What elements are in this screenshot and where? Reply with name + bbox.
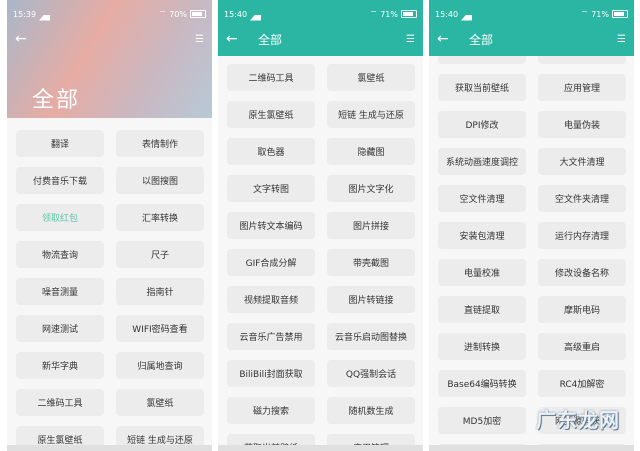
status-bar: 15:40 ⌔ 71% xyxy=(218,0,423,28)
tool-button[interactable]: 图片拼接 xyxy=(327,212,415,239)
tool-button[interactable]: 图片转链接 xyxy=(327,286,415,313)
tool-button[interactable]: RC4加解密 xyxy=(538,370,626,397)
tool-button[interactable]: 电量伪装 xyxy=(538,111,626,138)
tool-button[interactable]: 云音乐启动图替换 xyxy=(327,323,415,350)
tool-button[interactable]: 直链提取 xyxy=(438,296,526,323)
tool-button[interactable]: QQ强制会话 xyxy=(327,360,415,387)
watermark-logo: 广东龙网 xyxy=(536,408,620,432)
tool-button[interactable]: 云音乐广告禁用 xyxy=(227,323,315,350)
tool-button[interactable]: 新华字典 xyxy=(16,352,104,379)
page-title: 全部 xyxy=(32,88,81,113)
bottom-bar xyxy=(7,445,212,451)
back-arrow-icon[interactable]: ← xyxy=(437,31,453,47)
tool-button[interactable]: 物流查询 xyxy=(16,241,104,268)
tool-button[interactable]: 汇率转换 xyxy=(116,204,204,231)
tool-button[interactable]: 电量校准 xyxy=(438,259,526,286)
tool-button[interactable]: 领取红包 xyxy=(16,204,104,231)
add-menu-icon[interactable]: ☰ xyxy=(406,34,415,45)
tool-button[interactable]: 运行内存清理 xyxy=(538,222,626,249)
tool-button[interactable]: 图片文字化 xyxy=(327,175,415,202)
tool-button[interactable]: 获取当前壁纸 xyxy=(438,74,526,101)
tool-button[interactable]: 安装包清理 xyxy=(438,222,526,249)
tool-button[interactable]: 随机数生成 xyxy=(327,397,415,424)
tool-button[interactable]: 应用管理 xyxy=(538,74,626,101)
phone-panel-3: 15:40 ⌔ 71% ← 全部 ☰ 获取当前壁纸 应用管理 DPI修改 电量伪装 系统动… xyxy=(429,0,634,451)
wifi-icon: ⌔ xyxy=(158,9,167,18)
tool-button[interactable]: 归属地查询 xyxy=(116,352,204,379)
toolbar: ← 全部 ☰ xyxy=(218,28,423,50)
tool-button[interactable]: 二维码工具 xyxy=(16,389,104,416)
tool-button[interactable]: 翻译 xyxy=(16,130,104,157)
tool-button[interactable]: DPI修改 xyxy=(438,111,526,138)
tool-button[interactable]: 尺子 xyxy=(116,241,204,268)
tool-button[interactable]: 二维码工具 xyxy=(227,64,315,91)
battery-level: 71% xyxy=(591,9,609,19)
tool-button[interactable]: 噪音测量 xyxy=(16,278,104,305)
toolbar: ← 全部 ☰ xyxy=(429,28,634,50)
tool-grid: 翻译 表情制作 付费音乐下载 以图搜图 领取红包 汇率转换 物流查询 尺子 噪音测量 指南针 网速测… xyxy=(16,130,204,451)
tool-button[interactable]: 氯壁纸 xyxy=(327,64,415,91)
tool-button[interactable]: 修改设备名称 xyxy=(538,259,626,286)
tool-button[interactable]: BiliBili封面获取 xyxy=(227,360,315,387)
battery-icon xyxy=(612,10,628,18)
tool-button[interactable]: 视频提取音频 xyxy=(227,286,315,313)
tool-button[interactable]: 表情制作 xyxy=(116,130,204,157)
battery-level: 71% xyxy=(380,9,398,19)
bottom-bar xyxy=(218,445,423,451)
signal-icon xyxy=(250,8,262,21)
tool-button-partial[interactable] xyxy=(438,56,526,64)
tool-button[interactable]: 磁力搜索 xyxy=(227,397,315,424)
battery-icon xyxy=(190,10,206,18)
tool-button[interactable]: 系统动画速度调控 xyxy=(438,148,526,175)
tool-button[interactable]: 摩斯电码 xyxy=(538,296,626,323)
toolbar: ← ☰ xyxy=(7,28,212,50)
tool-button[interactable]: Base64编码转换 xyxy=(438,370,526,397)
tool-button[interactable]: 取色器 xyxy=(227,138,315,165)
scrolled-row xyxy=(438,56,626,64)
tool-button[interactable]: 文字转图 xyxy=(227,175,315,202)
tool-button[interactable]: 指南针 xyxy=(116,278,204,305)
status-time: 15:40 xyxy=(224,9,248,19)
tool-button[interactable]: 带壳截图 xyxy=(327,249,415,276)
wifi-icon: ⌔ xyxy=(580,9,589,18)
tool-button[interactable]: 短链 生成与还原 xyxy=(327,101,415,128)
back-arrow-icon[interactable]: ← xyxy=(226,31,242,47)
battery-icon xyxy=(401,10,417,18)
tool-button[interactable]: GIF合成分解 xyxy=(227,249,315,276)
tool-button[interactable]: 原生氯壁纸 xyxy=(227,101,315,128)
tool-grid: 获取当前壁纸 应用管理 DPI修改 电量伪装 系统动画速度调控 大文件清理 空文件清理 空文件… xyxy=(438,74,626,451)
add-menu-icon[interactable]: ☰ xyxy=(195,34,204,45)
tool-button[interactable]: 氯壁纸 xyxy=(116,389,204,416)
status-time: 15:40 xyxy=(435,9,459,19)
tool-button[interactable]: 图片转文本编码 xyxy=(227,212,315,239)
tool-button[interactable]: 以图搜图 xyxy=(116,167,204,194)
tool-grid: 二维码工具 氯壁纸 原生氯壁纸 短链 生成与还原 取色器 隐藏图 文字转图 图片文字化 图片转文… xyxy=(227,64,415,451)
tool-button[interactable]: 空文件夹清理 xyxy=(538,185,626,212)
tool-button[interactable]: 大文件清理 xyxy=(538,148,626,175)
tool-button[interactable]: WIFI密码查看 xyxy=(116,315,204,342)
tool-button[interactable]: 付费音乐下载 xyxy=(16,167,104,194)
tool-button[interactable]: 进制转换 xyxy=(438,333,526,360)
wifi-icon: ⌔ xyxy=(369,9,378,18)
status-bar: 15:39 ⌔ 70% xyxy=(7,0,212,28)
signal-icon xyxy=(39,8,51,21)
status-time: 15:39 xyxy=(13,9,37,19)
tool-button[interactable]: MD5加密 xyxy=(438,407,526,434)
add-menu-icon[interactable]: ☰ xyxy=(617,34,626,45)
battery-level: 70% xyxy=(169,9,187,19)
status-bar: 15:40 ⌔ 71% xyxy=(429,0,634,28)
tool-button[interactable]: 隐藏图 xyxy=(327,138,415,165)
signal-icon xyxy=(461,8,473,21)
phone-panel-1: 15:39 ⌔ 70% ← ☰ 全部 翻译 表情制作 付费音乐下载 以图搜图 领取红包 汇率… xyxy=(7,0,212,451)
tool-button[interactable]: 空文件清理 xyxy=(438,185,526,212)
page-title: 全部 xyxy=(258,32,283,47)
bottom-bar xyxy=(429,445,634,451)
phone-panel-2: 15:40 ⌔ 71% ← 全部 ☰ 二维码工具 氯壁纸 原生氯壁纸 短链 生成与还原取… xyxy=(218,0,423,451)
tool-button[interactable]: 高级重启 xyxy=(538,333,626,360)
tool-button-partial[interactable] xyxy=(538,56,626,64)
page-title: 全部 xyxy=(469,32,494,47)
tool-button[interactable]: 网速测试 xyxy=(16,315,104,342)
back-arrow-icon[interactable]: ← xyxy=(15,31,31,47)
